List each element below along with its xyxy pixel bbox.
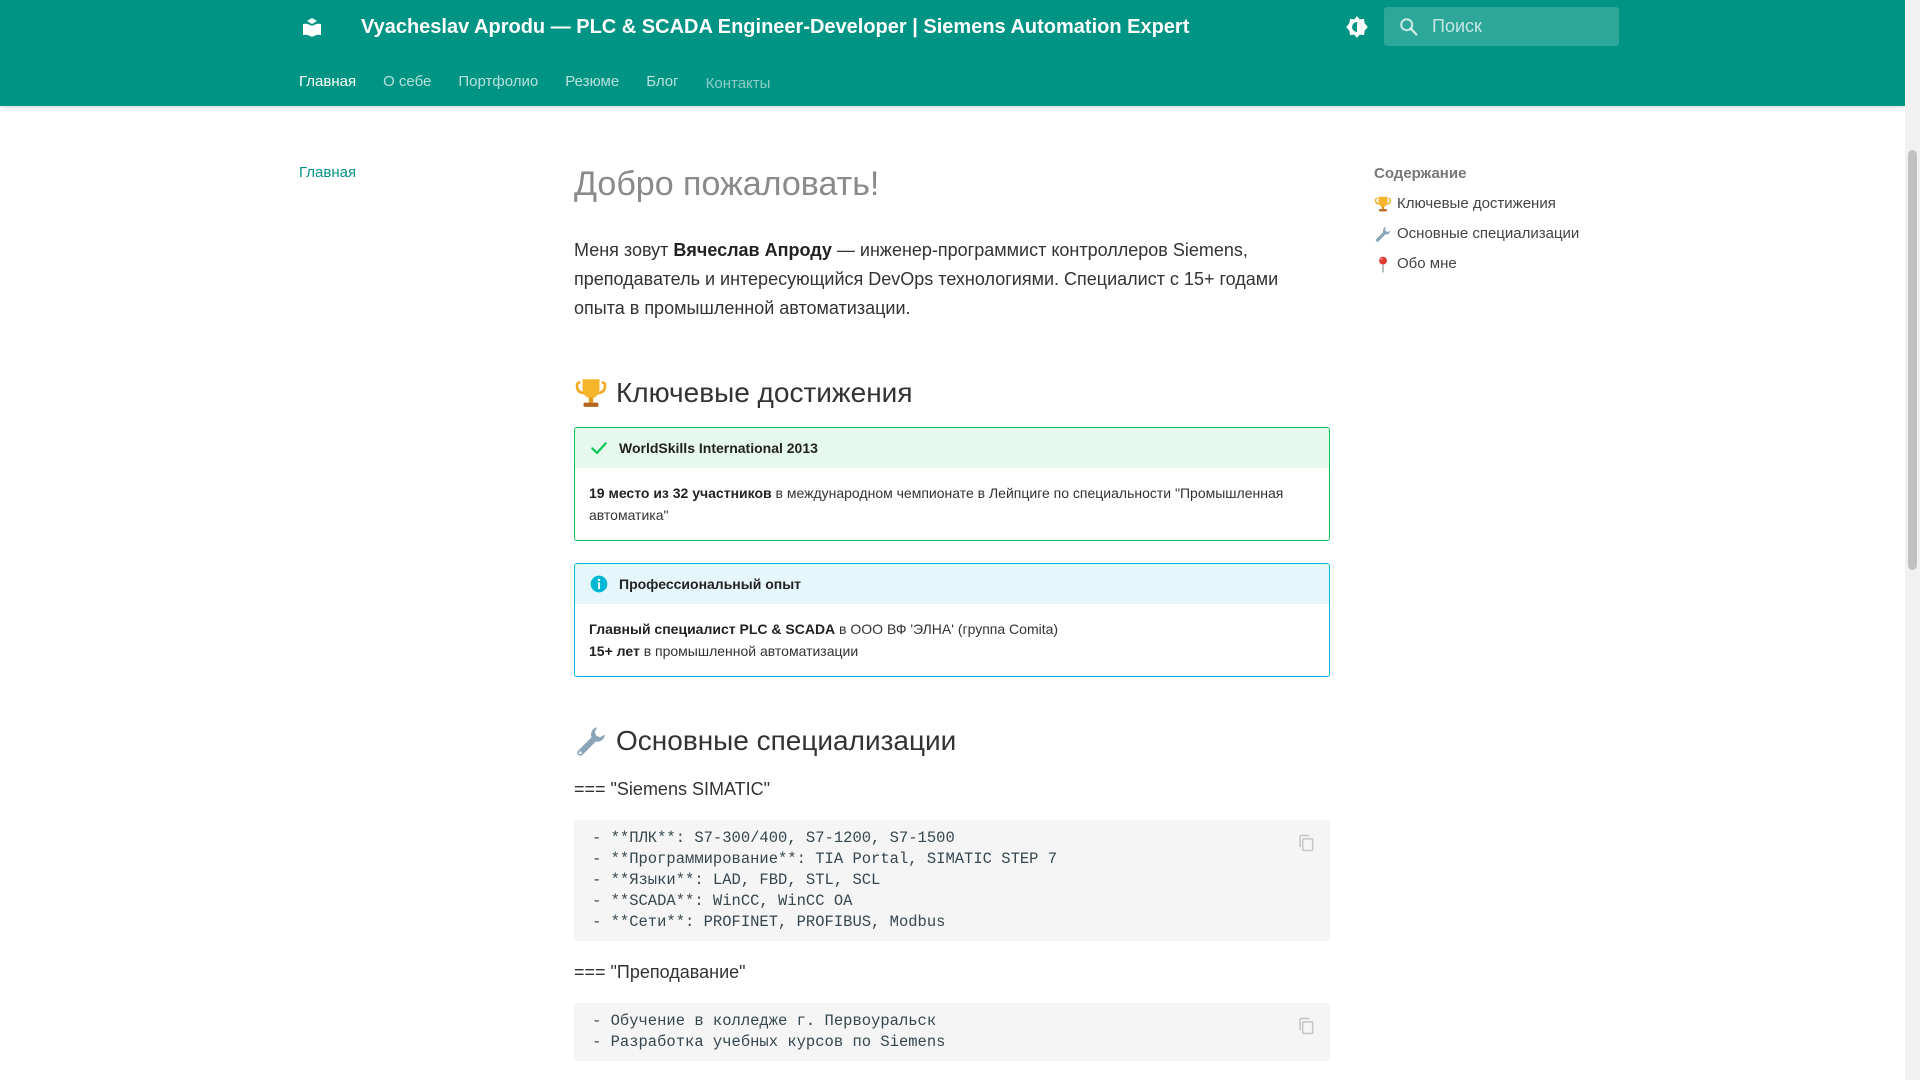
trophy-icon	[574, 376, 608, 410]
admonition-header: WorldSkills International 2013	[575, 428, 1329, 468]
tab-resume[interactable]: Резюме	[565, 70, 619, 94]
scrollbar-thumb[interactable]	[1908, 150, 1917, 570]
code-line: - Обучение в колледже г. Первоуральск	[592, 1012, 937, 1030]
admonition-body: 19 место из 32 участников в международно…	[575, 468, 1329, 540]
admonition-bold: 19 место из 32 участников	[589, 485, 772, 501]
toc-item-label: Основные специализации	[1397, 225, 1580, 242]
admonition-text: в ООО ВФ 'ЭЛНА' (группа Comita)	[835, 621, 1059, 637]
check-icon	[589, 438, 609, 458]
toc-title: Содержание	[1374, 165, 1467, 182]
admonition-info: Профессиональный опыт Главный специалист…	[574, 563, 1330, 677]
book-icon[interactable]	[297, 12, 327, 42]
code-line: - **ПЛК**: S7-300/400, S7-1200, S7-1500	[592, 829, 955, 847]
toc-item-label: Обо мне	[1397, 255, 1457, 272]
table-of-contents: Содержание Ключевые достижения Основные …	[1374, 164, 1634, 284]
header: Vyacheslav Aprodu — PLC & SCADA Engineer…	[0, 0, 1905, 106]
wrench-icon	[574, 724, 608, 758]
wrench-icon	[1374, 225, 1392, 243]
toc-item-specializations[interactable]: Основные специализации	[1374, 224, 1634, 244]
brightness-icon[interactable]	[1341, 11, 1373, 43]
toc-item-achievements[interactable]: Ключевые достижения	[1374, 194, 1634, 214]
nav-tabs: Главная О себе Портфолио Резюме Блог Кон…	[299, 70, 797, 94]
admonition-bold: 15+ лет	[589, 643, 640, 659]
admonition-line: Главный специалист PLC & SCADA в ООО ВФ …	[589, 618, 1315, 640]
tab-blog[interactable]: Блог	[646, 70, 678, 94]
admonition-bold: Главный специалист PLC & SCADA	[589, 621, 836, 637]
toc-item-about[interactable]: Обо мне	[1374, 254, 1634, 274]
page-scrollbar[interactable]	[1905, 0, 1920, 1080]
admonition-title: Профессиональный опыт	[619, 576, 802, 592]
copy-icon[interactable]	[1296, 832, 1316, 854]
section-title: Основные специализации	[616, 725, 957, 756]
page-title: Добро пожаловать!	[574, 165, 880, 203]
search-icon	[1398, 16, 1420, 38]
code-block: - Обучение в колледже г. Первоуральск - …	[574, 1003, 1330, 1061]
intro-paragraph: Меня зовут Вячеслав Апроду — инженер-про…	[574, 236, 1330, 323]
tab-syntax-line: === "Siemens SIMATIC"	[574, 779, 771, 799]
code-line: - **Сети**: PROFINET, PROFIBUS, Modbus	[592, 913, 946, 931]
code-line: - **SCADA**: WinCC, WinCC OA	[592, 892, 853, 910]
code-line: - **Языки**: LAD, FBD, STL, SCL	[592, 871, 881, 889]
tab-about[interactable]: О себе	[383, 70, 431, 94]
intro-prefix: Меня зовут	[574, 240, 674, 260]
admonition-title: WorldSkills International 2013	[619, 440, 818, 456]
tab-portfolio[interactable]: Портфолио	[458, 70, 538, 94]
sidebar-nav: Главная	[299, 164, 356, 181]
admonition-success: WorldSkills International 2013 19 место …	[574, 427, 1330, 541]
search-input[interactable]	[1432, 7, 1612, 46]
site-title[interactable]: Vyacheslav Aprodu — PLC & SCADA Engineer…	[361, 12, 1189, 42]
admonition-body: Главный специалист PLC & SCADA в ООО ВФ …	[575, 604, 1329, 676]
code-block: - **ПЛК**: S7-300/400, S7-1200, S7-1500 …	[574, 820, 1330, 941]
tab-home[interactable]: Главная	[299, 70, 356, 94]
intro-name: Вячеслав Апроду	[673, 240, 832, 260]
tab-syntax-line: === "Преподавание"	[574, 962, 746, 982]
admonition-text: в промышленной автоматизации	[639, 643, 859, 659]
section-heading-achievements: Ключевые достижения	[574, 373, 1330, 413]
toc-item-label: Ключевые достижения	[1397, 195, 1556, 212]
admonition-header: Профессиональный опыт	[575, 564, 1329, 604]
trophy-icon	[1374, 195, 1392, 213]
search-box[interactable]	[1384, 7, 1619, 46]
code-line: - **Программирование**: TIA Portal, SIMA…	[592, 850, 1058, 868]
copy-icon[interactable]	[1296, 1015, 1316, 1037]
code-line: - Разработка учебных курсов по Siemens	[592, 1033, 946, 1051]
pin-icon	[1374, 255, 1392, 273]
info-icon	[589, 574, 609, 594]
sidebar-item-home[interactable]: Главная	[299, 164, 356, 181]
section-heading-specializations: Основные специализации	[574, 721, 1330, 761]
section-title: Ключевые достижения	[616, 377, 913, 408]
tab-contacts[interactable]: Контакты	[706, 72, 771, 96]
admonition-line: 15+ лет в промышленной автоматизации	[589, 640, 1315, 662]
main-content: Добро пожаловать! Меня зовут Вячеслав Ап…	[574, 158, 1330, 1061]
